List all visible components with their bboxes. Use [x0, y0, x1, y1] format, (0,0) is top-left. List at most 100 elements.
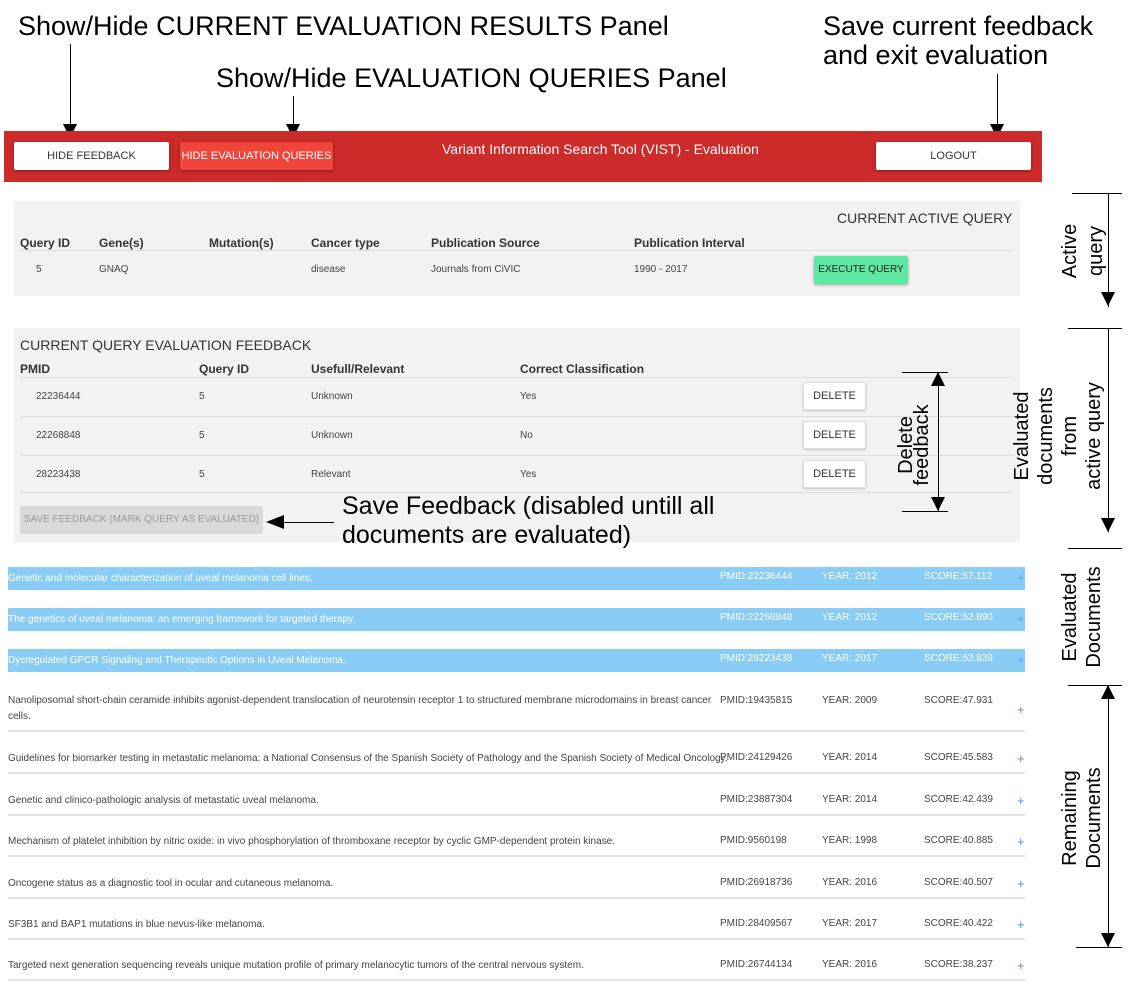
section-line-evaluated-from — [1108, 328, 1109, 532]
document-score: SCORE:40.507 — [924, 877, 993, 888]
document-pmid: PMID:28409567 — [720, 918, 793, 929]
annotation-delete-line2: feedback — [911, 404, 933, 486]
hide-evaluation-queries-button[interactable]: HIDE EVALUATION QUERIES — [180, 142, 333, 170]
label-evaluated-from-line1: Evaluated — [1011, 391, 1033, 481]
bracket-bottom — [902, 511, 948, 512]
expand-plus-icon[interactable]: + — [1017, 834, 1025, 849]
expand-plus-icon[interactable]: + — [1017, 751, 1025, 766]
feedback-classification: Yes — [520, 469, 537, 480]
document-score: SCORE:42.439 — [924, 794, 993, 805]
expand-plus-icon[interactable]: + — [1017, 702, 1025, 717]
document-pmid: PMID:22236444 — [720, 571, 793, 582]
document-pmid: PMID:22268848 — [720, 612, 793, 623]
expand-plus-icon[interactable]: + — [1017, 570, 1025, 585]
label-evaluated-from-line2: documents — [1035, 387, 1057, 485]
label-active-line1: Active — [1059, 223, 1081, 279]
arrow-line-logout — [997, 74, 998, 126]
document-title[interactable]: Mechanism of platelet inhibition by nitr… — [8, 834, 716, 850]
arrow-line-save — [282, 522, 334, 523]
document-title[interactable]: Targeted next generation sequencing reve… — [8, 958, 716, 974]
document-title[interactable]: Guidelines for biomarker testing in meta… — [8, 751, 728, 767]
document-row[interactable]: Nanoliposomal short-chain ceramide inhib… — [8, 689, 1025, 732]
document-pmid: PMID:9560198 — [720, 835, 787, 846]
genes-value: GNAQ — [99, 264, 129, 275]
divider — [20, 250, 1014, 251]
document-title[interactable]: Dysregulated GPCR Signaling and Therapeu… — [8, 653, 716, 669]
document-row[interactable]: Genetic and clinico-pathologic analysis … — [8, 788, 1025, 816]
logout-button[interactable]: LOGOUT — [876, 142, 1031, 170]
feedback-pmid: 28223438 — [36, 469, 81, 480]
document-title[interactable]: Genetic and clinico-pathologic analysis … — [8, 793, 716, 809]
expand-plus-icon[interactable]: + — [1017, 917, 1025, 932]
document-row[interactable]: Oncogene status as a diagnostic tool in … — [8, 871, 1025, 899]
document-score: SCORE:53.839 — [924, 653, 993, 664]
document-pmid: PMID:26918736 — [720, 877, 793, 888]
header-correct-classification: Correct Classification — [520, 362, 645, 376]
section-line-remaining — [1108, 685, 1109, 947]
feedback-classification: No — [520, 430, 533, 441]
document-row[interactable]: Mechanism of platelet inhibition by nitr… — [8, 829, 1025, 857]
section-tick — [1076, 947, 1122, 948]
bracket-line — [938, 372, 939, 512]
header-usefull-relevant: Usefull/Relevant — [311, 362, 405, 376]
document-year: YEAR: 2014 — [822, 752, 878, 763]
document-year: YEAR: 2012 — [822, 571, 878, 582]
app-title: Variant Information Search Tool (VIST) -… — [442, 141, 759, 157]
document-score: SCORE:57.112 — [924, 571, 993, 582]
document-year: YEAR: 2017 — [822, 918, 878, 929]
document-row[interactable]: The genetics of uveal melanoma: an emerg… — [8, 608, 1025, 631]
label-evaluated-from-line4: active query — [1083, 382, 1105, 490]
label-evaluated-docs-line1: Evaluated — [1059, 572, 1081, 662]
feedback-title: CURRENT QUERY EVALUATION FEEDBACK — [20, 337, 312, 353]
arrow-line-results — [70, 44, 71, 126]
header-publication-interval: Publication Interval — [634, 236, 745, 250]
expand-plus-icon[interactable]: + — [1017, 958, 1025, 973]
document-row[interactable]: SF3B1 and BAP1 mutations in blue nevus-l… — [8, 912, 1025, 940]
feedback-query-id: 5 — [199, 391, 205, 402]
hide-feedback-button[interactable]: HIDE FEEDBACK — [14, 142, 169, 170]
feedback-pmid: 22236444 — [36, 391, 81, 402]
document-year: YEAR: 1998 — [822, 835, 878, 846]
expand-plus-icon[interactable]: + — [1017, 793, 1025, 808]
document-title[interactable]: Oncogene status as a diagnostic tool in … — [8, 876, 716, 892]
header-genes: Gene(s) — [99, 236, 144, 250]
document-year: YEAR: 2014 — [822, 794, 878, 805]
query-id-value: 5 — [36, 264, 42, 275]
feedback-query-id: 5 — [199, 430, 205, 441]
execute-query-button[interactable]: EXECUTE QUERY — [814, 256, 908, 284]
save-feedback-button[interactable]: SAVE FEEDBACK (MARK QUERY AS EVALUATED) — [20, 506, 263, 534]
divider — [20, 377, 1014, 378]
document-score: SCORE:38.237 — [924, 959, 993, 970]
document-title[interactable]: Nanoliposomal short-chain ceramide inhib… — [8, 693, 716, 725]
publication-source-value: Journals from CiVIC — [431, 264, 521, 275]
document-title[interactable]: The genetics of uveal melanoma: an emerg… — [8, 612, 716, 628]
feedback-query-id: 5 — [199, 469, 205, 480]
delete-feedback-button[interactable]: DELETE — [803, 382, 866, 410]
annotation-toggle-queries: Show/Hide EVALUATION QUERIES Panel — [216, 63, 727, 93]
document-year: YEAR: 2017 — [822, 653, 878, 664]
delete-feedback-button[interactable]: DELETE — [803, 460, 866, 488]
expand-plus-icon[interactable]: + — [1017, 611, 1025, 626]
feedback-pmid: 22268848 — [36, 430, 81, 441]
divider — [20, 455, 1014, 456]
annotation-save-line2: documents are evaluated) — [342, 521, 632, 549]
expand-plus-icon[interactable]: + — [1017, 876, 1025, 891]
delete-feedback-button[interactable]: DELETE — [803, 421, 866, 449]
document-row[interactable]: Targeted next generation sequencing reve… — [8, 953, 1025, 981]
document-title[interactable]: SF3B1 and BAP1 mutations in blue nevus-l… — [8, 917, 716, 933]
feedback-relevance: Unknown — [311, 391, 353, 402]
section-line-active — [1108, 193, 1109, 307]
section-tick — [1072, 193, 1122, 194]
document-pmid: PMID:23887304 — [720, 794, 793, 805]
document-title[interactable]: Genetic and molecular characterization o… — [8, 571, 716, 587]
document-row[interactable]: Guidelines for biomarker testing in meta… — [8, 746, 1025, 774]
expand-plus-icon[interactable]: + — [1017, 652, 1025, 667]
feedback-classification: Yes — [520, 391, 537, 402]
document-pmid: PMID:26744134 — [720, 959, 793, 970]
label-evaluated-docs-line2: Documents — [1083, 566, 1105, 668]
cancer-type-value: disease — [311, 264, 346, 275]
feedback-relevance: Relevant — [311, 469, 351, 480]
document-row[interactable]: Dysregulated GPCR Signaling and Therapeu… — [8, 649, 1025, 672]
document-score: SCORE:40.422 — [924, 918, 993, 929]
document-row[interactable]: Genetic and molecular characterization o… — [8, 567, 1025, 590]
